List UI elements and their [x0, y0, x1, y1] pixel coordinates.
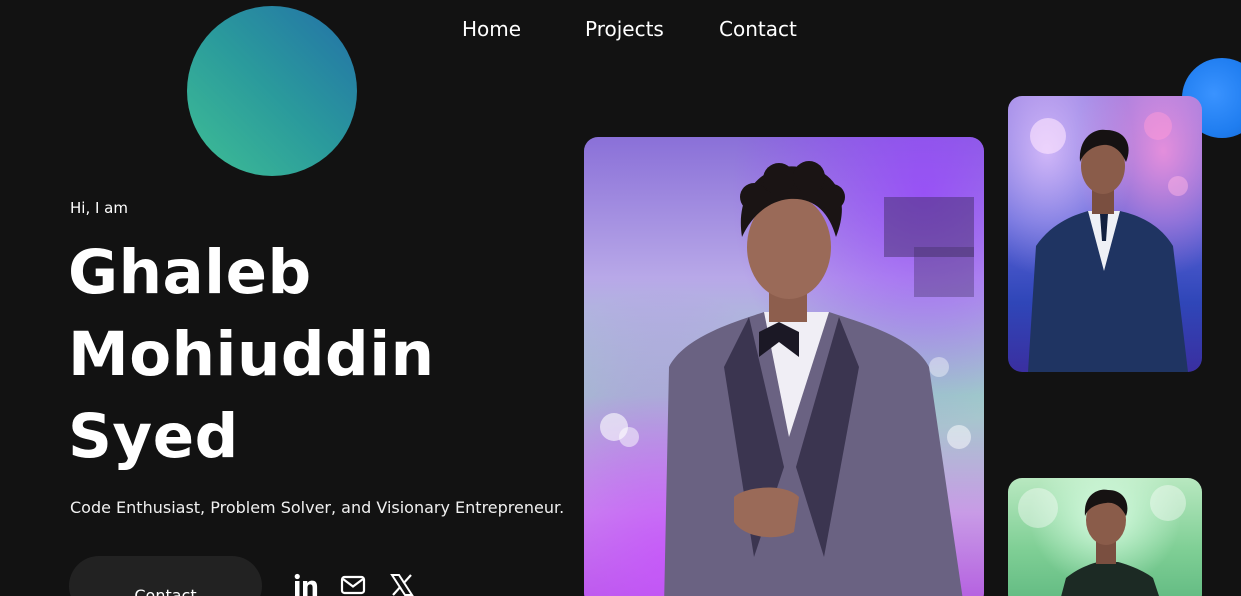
portfolio-page: Home Projects Contact Hi, I am Ghaleb Mo…	[0, 0, 1241, 596]
mail-icon[interactable]	[340, 572, 366, 596]
hero-name-line-1: Ghaleb	[68, 237, 312, 308]
nav-home-link[interactable]: Home	[462, 17, 521, 41]
hero-tagline: Code Enthusiast, Problem Solver, and Vis…	[70, 498, 565, 517]
hero-greeting: Hi, I am	[70, 199, 128, 217]
profile-photo-top	[1008, 96, 1202, 372]
nav-contact-link[interactable]: Contact	[719, 17, 797, 41]
contact-button[interactable]: Contact	[69, 556, 262, 596]
hero-name-line-3: Syed	[68, 401, 239, 472]
profile-photo-bottom	[1008, 478, 1202, 596]
x-icon[interactable]	[389, 572, 415, 596]
top-nav: Home Projects Contact	[0, 17, 1241, 45]
profile-photo-main	[584, 137, 984, 596]
hero-name-line-2: Mohiuddin	[68, 319, 435, 390]
hero-name: Ghaleb Mohiuddin Syed	[68, 232, 528, 478]
nav-projects-link[interactable]: Projects	[585, 17, 664, 41]
linkedin-icon[interactable]	[293, 572, 319, 596]
